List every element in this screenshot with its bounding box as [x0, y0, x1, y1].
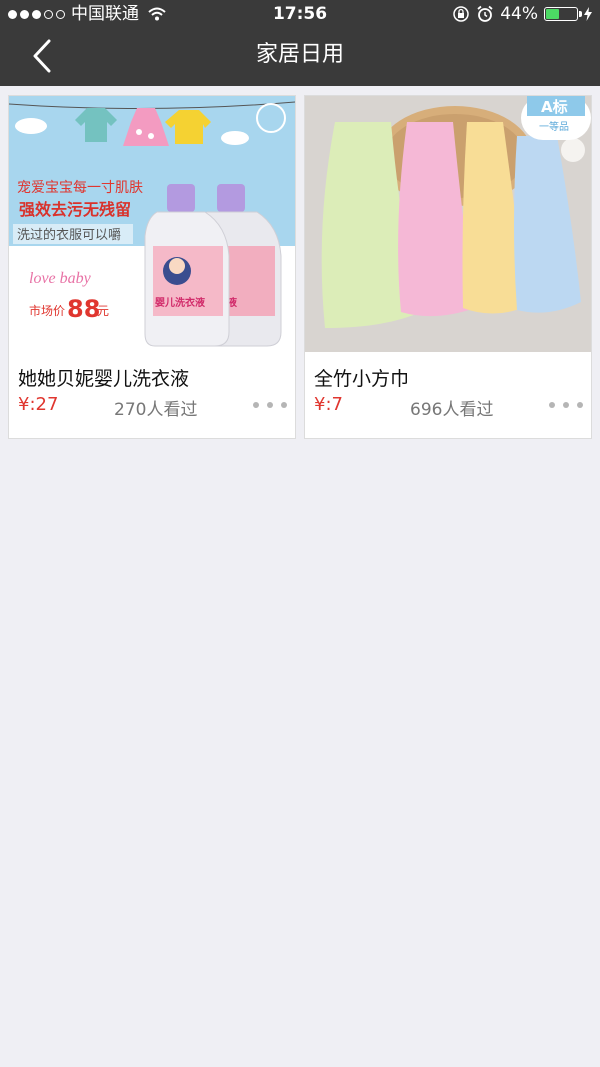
- page-title: 家居日用: [255, 42, 344, 67]
- more-options-icon[interactable]: [549, 396, 583, 414]
- status-right: 44%: [452, 0, 592, 28]
- image-line2: 强效去污无残留: [19, 200, 131, 219]
- product-image-detergent[interactable]: 宠爱宝宝每一寸肌肤 强效去污无残留 洗过的衣服可以嚼 love baby 市场价…: [9, 96, 295, 352]
- navigation-bar: 家居日用: [0, 28, 600, 86]
- product-views: 696人看过: [410, 400, 494, 420]
- image-market-unit: 元: [97, 304, 109, 318]
- image-market-label: 市场价: [29, 303, 65, 318]
- image-bottle-label: 婴儿洗衣液: [155, 296, 205, 309]
- product-card[interactable]: A标 一等品 全竹小方巾 ¥:7 696人看过: [304, 95, 592, 439]
- image-market-price: 88: [67, 295, 100, 323]
- image-line1: 宠爱宝宝每一寸肌肤: [17, 180, 143, 196]
- orientation-lock-icon: [453, 6, 469, 22]
- product-views: 270人看过: [114, 400, 198, 420]
- battery-level: [546, 9, 559, 19]
- status-bar: 中国联通 17:56 44%: [0, 0, 600, 28]
- battery-percent: 44%: [500, 4, 538, 24]
- product-image-towels[interactable]: A标 一等品: [305, 96, 591, 352]
- image-badge-bottom: 一等品: [539, 120, 569, 133]
- product-card[interactable]: 宠爱宝宝每一寸肌肤 强效去污无残留 洗过的衣服可以嚼 love baby 市场价…: [8, 95, 296, 439]
- product-price: ¥:27: [18, 394, 59, 415]
- product-name[interactable]: 全竹小方巾: [314, 364, 409, 391]
- image-brand: love baby: [29, 270, 92, 287]
- image-badge-top: A标: [541, 98, 568, 116]
- image-line3: 洗过的衣服可以嚼: [17, 227, 121, 242]
- product-name[interactable]: 她她贝妮婴儿洗衣液: [18, 364, 189, 391]
- charging-icon: [584, 7, 592, 21]
- more-options-icon[interactable]: [253, 396, 287, 414]
- product-price: ¥:7: [314, 394, 343, 415]
- battery-icon: [544, 7, 582, 21]
- alarm-icon: [477, 5, 493, 22]
